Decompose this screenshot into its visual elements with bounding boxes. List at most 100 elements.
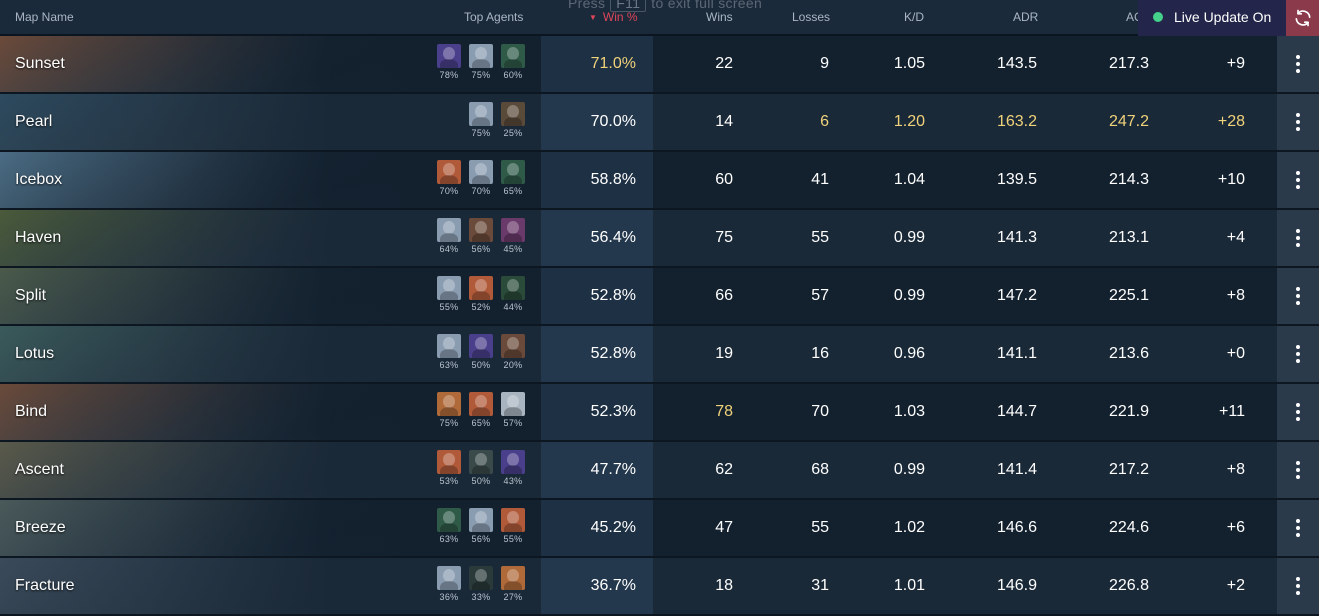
agent-pick-pct: 43%: [503, 476, 523, 486]
header-win-pct[interactable]: ▼ Win %: [589, 10, 638, 24]
top-agents: 75% 65% 57%: [435, 392, 525, 436]
map-name: Haven: [15, 229, 62, 246]
agent-portrait-icon: [437, 160, 461, 184]
table-row[interactable]: Pearl 75% 25% 70.0% 14 6 1.20 163.2 247.2…: [0, 94, 1319, 152]
row-menu-button[interactable]: [1277, 442, 1319, 498]
agent-item: 70%: [437, 160, 461, 204]
agent-item: 64%: [437, 218, 461, 262]
header-adr[interactable]: ADR: [1013, 10, 1038, 24]
more-vertical-icon: [1296, 345, 1300, 363]
agent-pick-pct: 78%: [439, 70, 459, 80]
acs: 217.2: [1108, 461, 1149, 478]
table-row[interactable]: Fracture 36% 33% 27% 36.7% 18 31 1.01 146.…: [0, 558, 1319, 616]
wins: 62: [715, 461, 733, 478]
kd-ratio: 0.99: [893, 229, 925, 246]
row-menu-button[interactable]: [1277, 268, 1319, 324]
row-menu-button[interactable]: [1277, 326, 1319, 382]
agent-item: 50%: [469, 450, 493, 494]
more-vertical-icon: [1296, 171, 1300, 189]
agent-portrait-icon: [437, 334, 461, 358]
agent-pick-pct: 27%: [503, 592, 523, 602]
kill-diff: +10: [1217, 171, 1245, 188]
live-update-label: Live Update On: [1174, 9, 1272, 25]
wins: 19: [715, 345, 733, 362]
wins: 18: [715, 577, 733, 594]
kill-diff: +6: [1226, 519, 1245, 536]
losses: 57: [811, 287, 829, 304]
kill-diff: +0: [1226, 345, 1245, 362]
row-menu-button[interactable]: [1277, 500, 1319, 556]
agent-item: 43%: [501, 450, 525, 494]
win-pct: 52.3%: [590, 403, 636, 420]
top-agents: 75% 25%: [435, 102, 525, 146]
agent-pick-pct: 53%: [439, 476, 459, 486]
kd-ratio: 1.03: [893, 403, 925, 420]
top-agents: 63% 56% 55%: [435, 508, 525, 552]
header-kd[interactable]: K/D: [904, 10, 924, 24]
map-name: Icebox: [15, 171, 63, 188]
kill-diff: +11: [1219, 403, 1245, 420]
table-row[interactable]: Lotus 63% 50% 20% 52.8% 19 16 0.96 141.1 2…: [0, 326, 1319, 384]
agent-item: 63%: [437, 508, 461, 552]
agent-pick-pct: 63%: [439, 360, 459, 370]
agent-item: 56%: [469, 508, 493, 552]
row-menu-button[interactable]: [1277, 36, 1319, 92]
row-menu-button[interactable]: [1277, 210, 1319, 266]
agent-pick-pct: 57%: [503, 418, 523, 428]
agent-pick-pct: 65%: [471, 418, 491, 428]
win-pct: 52.8%: [590, 345, 636, 362]
agent-portrait-icon: [469, 334, 493, 358]
fullscreen-notice-rest: to exit full screen: [651, 0, 763, 11]
map-name: Lotus: [15, 345, 55, 362]
more-vertical-icon: [1296, 519, 1300, 537]
top-agents: 70% 70% 65%: [435, 160, 525, 204]
live-update-toggle[interactable]: Live Update On: [1138, 0, 1286, 36]
losses: 31: [811, 577, 829, 594]
table-row[interactable]: Bind 75% 65% 57% 52.3% 78 70 1.03 144.7 22…: [0, 384, 1319, 442]
agent-portrait-icon: [501, 160, 525, 184]
header-wins[interactable]: Wins: [706, 10, 733, 24]
agent-portrait-icon: [437, 218, 461, 242]
adr: 141.4: [996, 461, 1037, 478]
losses: 70: [811, 403, 829, 420]
table-row[interactable]: Ascent 53% 50% 43% 47.7% 62 68 0.99 141.4 …: [0, 442, 1319, 500]
row-menu-button[interactable]: [1277, 558, 1319, 614]
adr: 146.6: [996, 519, 1037, 536]
wins: 75: [715, 229, 733, 246]
header-win-pct-label: Win %: [602, 10, 638, 24]
agent-portrait-icon: [437, 566, 461, 590]
more-vertical-icon: [1296, 287, 1300, 305]
row-menu-button[interactable]: [1277, 384, 1319, 440]
losses: 41: [811, 171, 829, 188]
wins: 78: [715, 403, 733, 420]
acs: 224.6: [1108, 519, 1149, 536]
table-row[interactable]: Haven 64% 56% 45% 56.4% 75 55 0.99 141.3 2…: [0, 210, 1319, 268]
table-row[interactable]: Icebox 70% 70% 65% 58.8% 60 41 1.04 139.5 …: [0, 152, 1319, 210]
adr: 163.2: [996, 113, 1037, 130]
table-row[interactable]: Breeze 63% 56% 55% 45.2% 47 55 1.02 146.6 …: [0, 500, 1319, 558]
row-menu-button[interactable]: [1277, 152, 1319, 208]
agent-portrait-icon: [469, 276, 493, 300]
kd-ratio: 1.05: [893, 55, 925, 72]
map-name: Sunset: [15, 55, 65, 72]
kill-diff: +28: [1217, 113, 1245, 130]
acs: 214.3: [1108, 171, 1149, 188]
map-name: Ascent: [15, 461, 64, 478]
agent-item: 56%: [469, 218, 493, 262]
header-map-name[interactable]: Map Name: [15, 10, 74, 24]
header-top-agents[interactable]: Top Agents: [464, 10, 523, 24]
win-pct: 45.2%: [590, 519, 636, 536]
table-row[interactable]: Sunset 78% 75% 60% 71.0% 22 9 1.05 143.5 2…: [0, 36, 1319, 94]
agent-portrait-icon: [437, 44, 461, 68]
kd-ratio: 1.04: [893, 171, 925, 188]
row-menu-button[interactable]: [1277, 94, 1319, 150]
top-agents: 64% 56% 45%: [435, 218, 525, 262]
table-row[interactable]: Split 55% 52% 44% 52.8% 66 57 0.99 147.2 2…: [0, 268, 1319, 326]
agent-item: 78%: [437, 44, 461, 88]
agent-item: 75%: [469, 102, 493, 146]
agent-portrait-icon: [437, 276, 461, 300]
header-losses[interactable]: Losses: [792, 10, 830, 24]
top-agents: 55% 52% 44%: [435, 276, 525, 320]
refresh-button[interactable]: [1286, 0, 1319, 36]
agent-item: 44%: [501, 276, 525, 320]
